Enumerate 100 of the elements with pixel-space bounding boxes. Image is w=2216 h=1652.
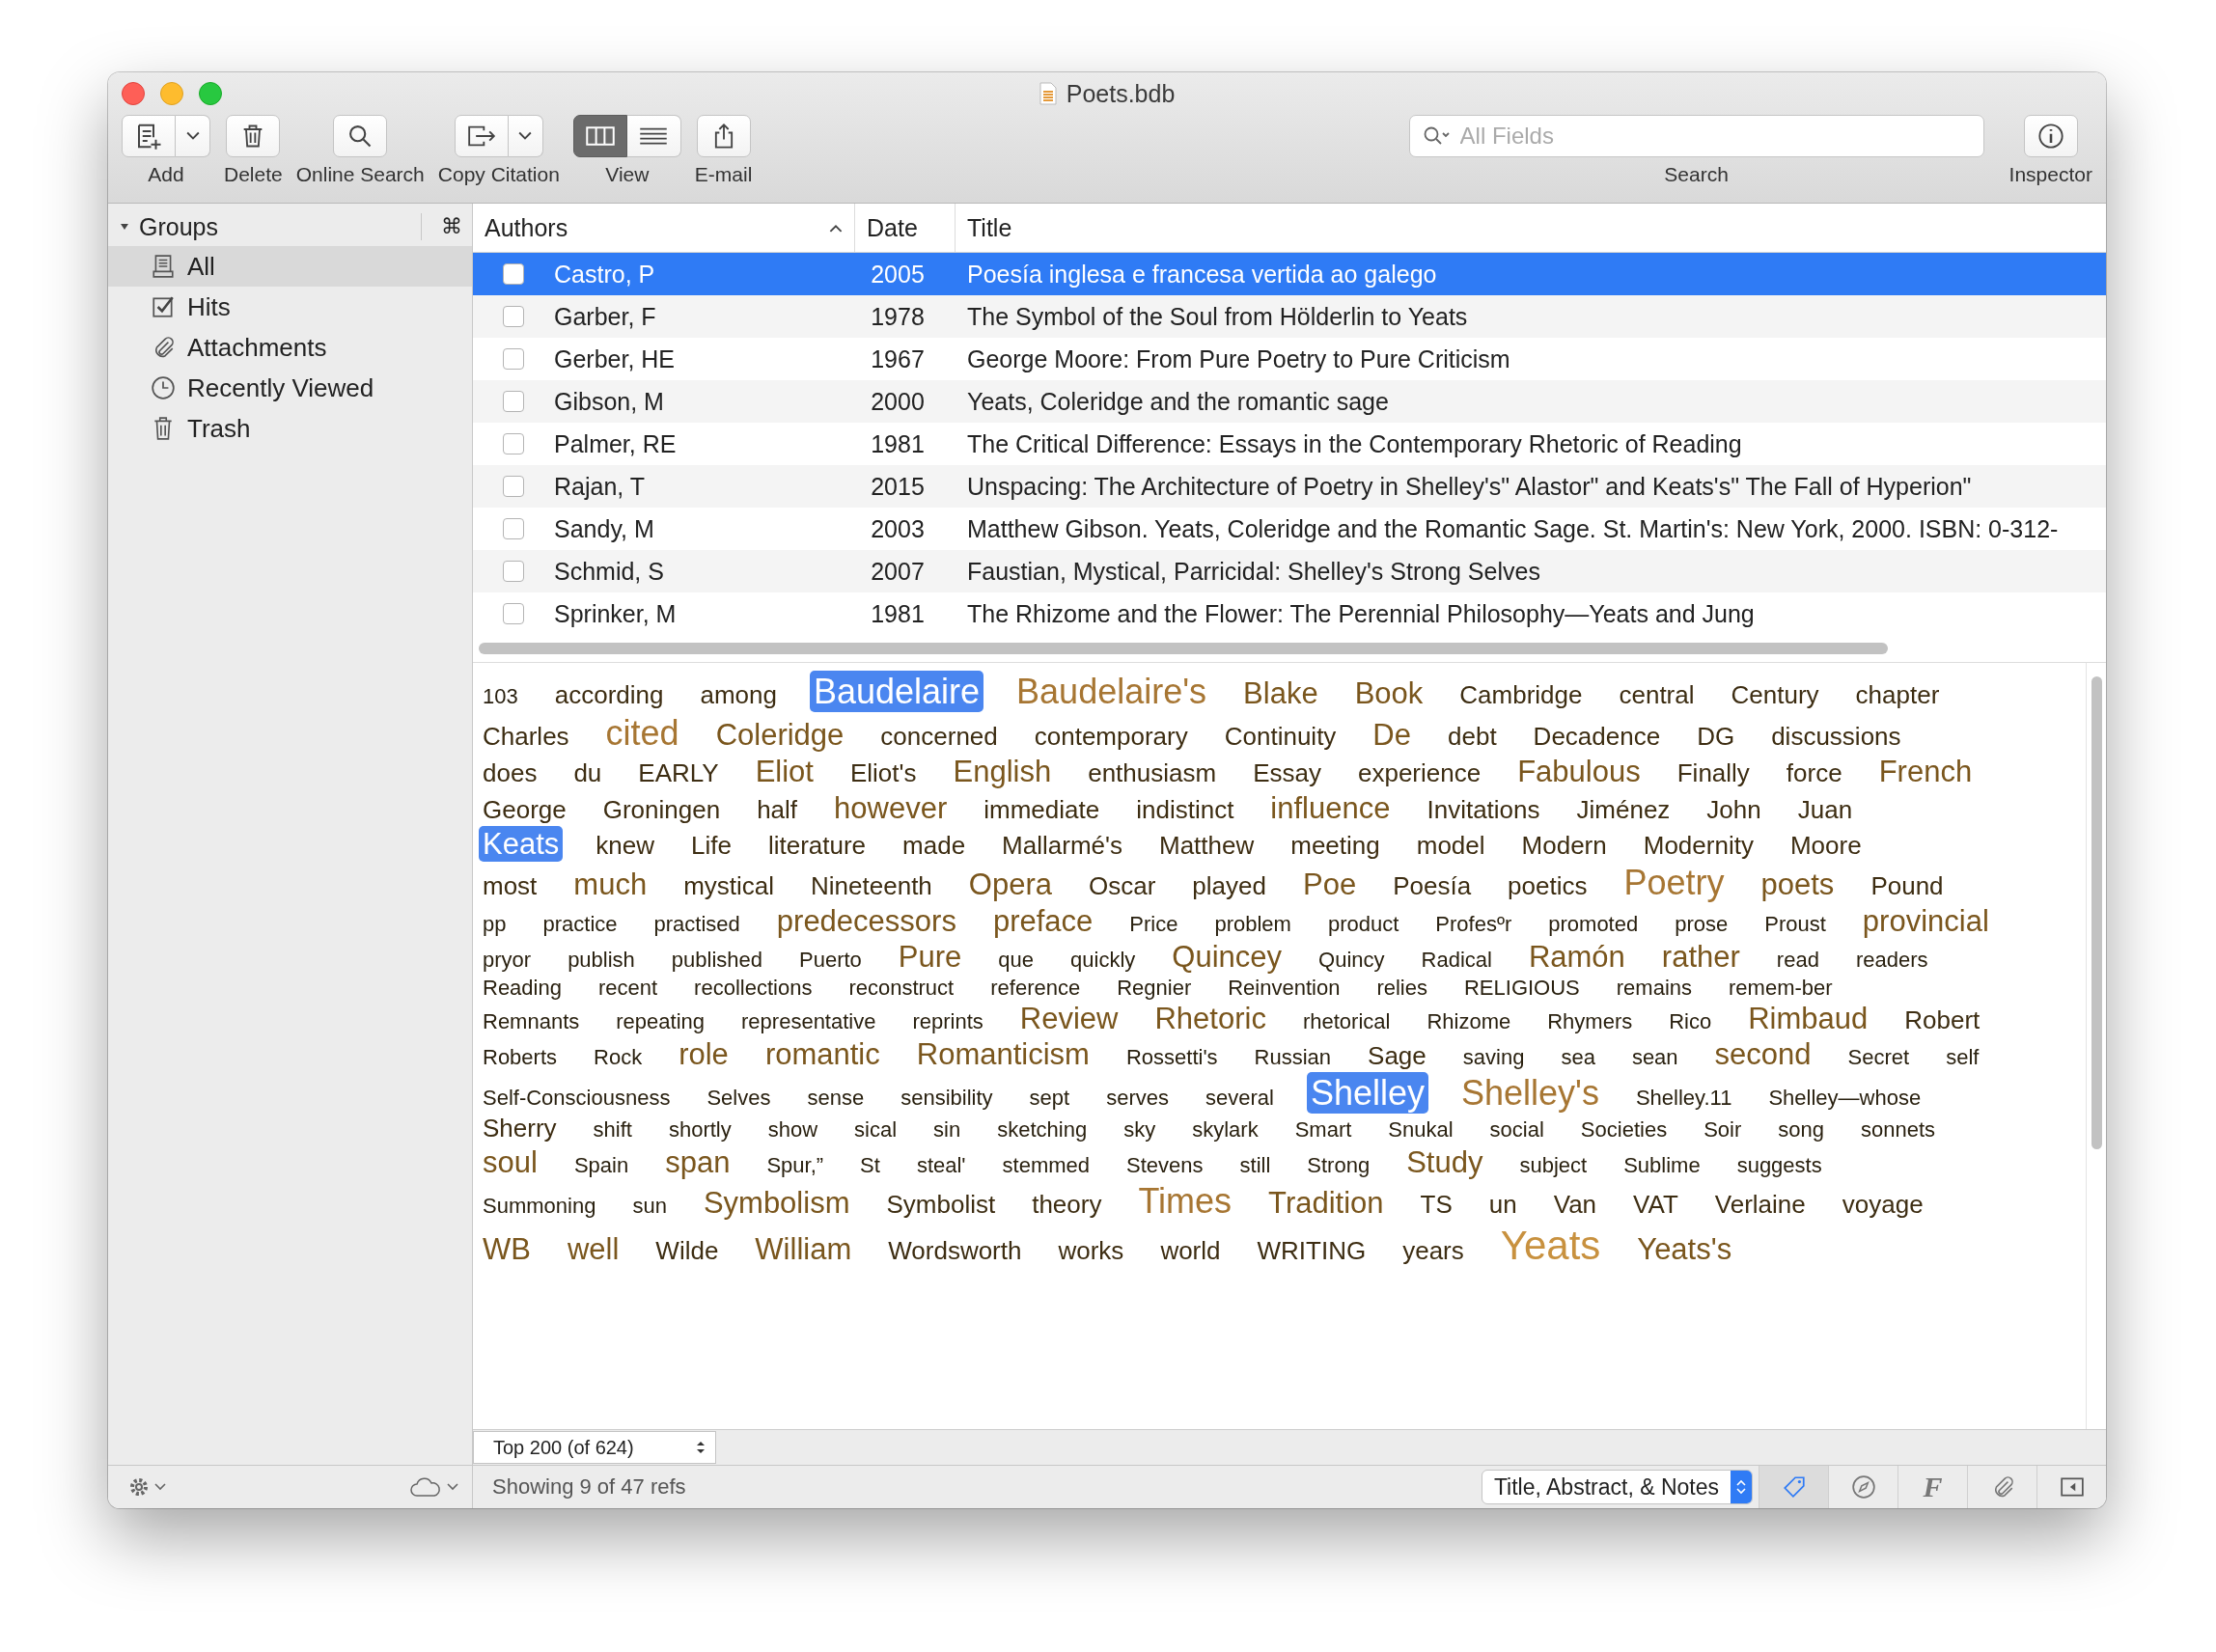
cloud-word[interactable]: sea — [1557, 1045, 1599, 1071]
add-button[interactable] — [122, 115, 176, 157]
cloud-word[interactable]: Van — [1549, 1189, 1601, 1220]
cloud-word[interactable]: saving — [1458, 1045, 1529, 1071]
cloud-word[interactable]: French — [1874, 754, 1977, 790]
cloud-word[interactable]: Selves — [703, 1086, 775, 1112]
cloud-word[interactable]: half — [753, 794, 802, 825]
cloud-word[interactable]: voyage — [1838, 1189, 1927, 1220]
checkbox[interactable] — [503, 561, 524, 582]
cloud-word[interactable]: 103 — [479, 684, 522, 710]
cloud-word[interactable]: self — [1942, 1045, 1983, 1071]
cloud-word[interactable]: Pure — [894, 939, 966, 976]
disclosure-triangle-icon[interactable] — [120, 222, 129, 232]
cloud-word[interactable]: Modernity — [1639, 830, 1758, 861]
cloud-word[interactable]: problem — [1210, 912, 1295, 938]
cloud-word[interactable]: rather — [1657, 939, 1744, 976]
cloud-word[interactable]: among — [696, 680, 781, 711]
cloud-word[interactable]: sensibility — [897, 1086, 997, 1112]
scrollbar-thumb[interactable] — [2091, 676, 2102, 1149]
column-header[interactable]: Title — [956, 204, 2106, 252]
cloud-word[interactable]: read — [1772, 948, 1823, 974]
cloud-word[interactable]: reference — [986, 975, 1085, 1001]
cloud-word[interactable]: Quincy — [1315, 948, 1389, 974]
cloud-word[interactable]: according — [550, 680, 668, 711]
cloud-word[interactable]: Tradition — [1264, 1184, 1388, 1221]
cloud-word[interactable]: Baudelaire — [809, 671, 984, 713]
table-row[interactable]: Schmid, S 2007 Faustian, Mystical, Parricidal: Shelley's Strong Selves — [473, 550, 2106, 592]
cloud-word[interactable]: Rhymers — [1543, 1008, 1637, 1035]
cloud-word[interactable]: still — [1235, 1152, 1275, 1179]
cloud-word[interactable]: well — [563, 1231, 623, 1268]
cloud-word[interactable]: published — [667, 948, 767, 974]
cloud-word[interactable]: cited — [601, 712, 683, 755]
cloud-word[interactable]: Continuity — [1220, 722, 1341, 753]
cloud-word[interactable]: Romanticism — [912, 1036, 1094, 1073]
shortcut-key[interactable]: ⌘ — [441, 214, 462, 239]
cloud-word[interactable]: Pound — [1867, 870, 1948, 902]
field-dropdown[interactable]: Title, Abstract, & Notes — [1481, 1470, 1753, 1504]
cloud-word[interactable]: Matthew — [1155, 830, 1259, 861]
cloud-word[interactable]: Poetry — [1620, 861, 1729, 904]
cloud-word[interactable]: Times — [1134, 1179, 1236, 1222]
cloud-word[interactable]: promoted — [1544, 912, 1643, 938]
cloud-word[interactable]: Regnier — [1113, 975, 1196, 1001]
cloud-word[interactable]: Life — [687, 830, 735, 861]
cloud-word[interactable]: Wilde — [651, 1236, 723, 1267]
cloud-word[interactable]: years — [1399, 1236, 1468, 1267]
online-search-button[interactable] — [333, 115, 388, 157]
cloud-word[interactable]: Eliot — [751, 754, 817, 790]
cloud-word[interactable]: Opera — [964, 866, 1056, 903]
cloud-word[interactable]: predecessors — [772, 903, 960, 940]
cloud-word[interactable]: Symbolism — [699, 1184, 854, 1221]
cloud-word[interactable]: Oscar — [1085, 870, 1160, 902]
cloud-word[interactable]: du — [569, 758, 606, 789]
cloud-word[interactable]: Baudelaire's — [1012, 671, 1211, 713]
table-row[interactable]: Palmer, RE 1981 The Critical Difference: Essays in the Contemporary Rhetoric of Reading — [473, 423, 2106, 465]
cloud-word[interactable]: remem-ber — [1725, 975, 1837, 1001]
cloud-word[interactable]: Russian — [1250, 1045, 1336, 1071]
checkbox[interactable] — [503, 391, 524, 412]
table-row[interactable]: Garber, F 1978 The Symbol of the Soul from Hölderlin to Yeats — [473, 295, 2106, 338]
cloud-word[interactable]: Robert — [1900, 1005, 1984, 1036]
cloud-word[interactable]: prose — [1671, 912, 1732, 938]
cloud-word[interactable]: que — [994, 948, 1039, 974]
checkbox[interactable] — [503, 433, 524, 454]
font-button[interactable]: F — [1897, 1466, 1967, 1508]
cloud-word[interactable]: sketching — [993, 1117, 1092, 1143]
cloud-word[interactable]: Societies — [1576, 1117, 1672, 1143]
cloud-word[interactable]: sept — [1025, 1086, 1074, 1112]
cloud-word[interactable]: George — [479, 794, 570, 825]
cloud-word[interactable]: Shelley's — [1456, 1072, 1603, 1115]
cloud-word[interactable]: recent — [594, 975, 662, 1001]
cloud-word[interactable]: discussions — [1767, 722, 1905, 753]
cloud-word[interactable]: Rock — [590, 1045, 647, 1071]
cloud-word[interactable]: Sage — [1364, 1041, 1430, 1072]
cloud-word[interactable]: Jiménez — [1572, 794, 1675, 825]
cloud-word[interactable]: Coleridge — [711, 717, 848, 754]
cloud-word[interactable]: Review — [1015, 1000, 1122, 1037]
cloud-word[interactable]: Mallarmé's — [998, 830, 1126, 861]
cloud-word[interactable]: chapter — [1851, 680, 1944, 711]
cloud-word[interactable]: meeting — [1287, 830, 1384, 861]
cloud-word[interactable]: Shelley — [1306, 1072, 1428, 1115]
cloud-word[interactable]: suggests — [1732, 1152, 1826, 1179]
cloud-word[interactable]: Century — [1727, 680, 1823, 711]
cloud-word[interactable]: sin — [929, 1117, 965, 1143]
table-row[interactable]: Gibson, M 2000 Yeats, Coleridge and the romantic sage — [473, 380, 2106, 423]
view-toggle[interactable] — [626, 115, 681, 157]
cloud-word[interactable]: Book — [1350, 675, 1427, 712]
cloud-word[interactable]: Profesºr — [1431, 912, 1516, 938]
cloud-word[interactable]: social — [1485, 1117, 1548, 1143]
cloud-word[interactable]: relies — [1372, 975, 1431, 1001]
email-button[interactable] — [696, 115, 751, 157]
inspector-button[interactable] — [2023, 115, 2078, 157]
close-button[interactable] — [122, 82, 145, 105]
cloud-word[interactable]: shift — [589, 1117, 636, 1143]
cloud-word[interactable]: Poesía — [1389, 870, 1476, 902]
cloud-word[interactable]: VAT — [1629, 1189, 1682, 1220]
zoom-button[interactable] — [199, 82, 222, 105]
cloud-word[interactable]: works — [1054, 1236, 1128, 1267]
cloud-word[interactable]: role — [675, 1036, 733, 1073]
cloud-word[interactable]: theory — [1028, 1189, 1106, 1220]
cloud-word[interactable]: remains — [1612, 975, 1697, 1001]
cloud-word[interactable]: WRITING — [1253, 1236, 1371, 1267]
